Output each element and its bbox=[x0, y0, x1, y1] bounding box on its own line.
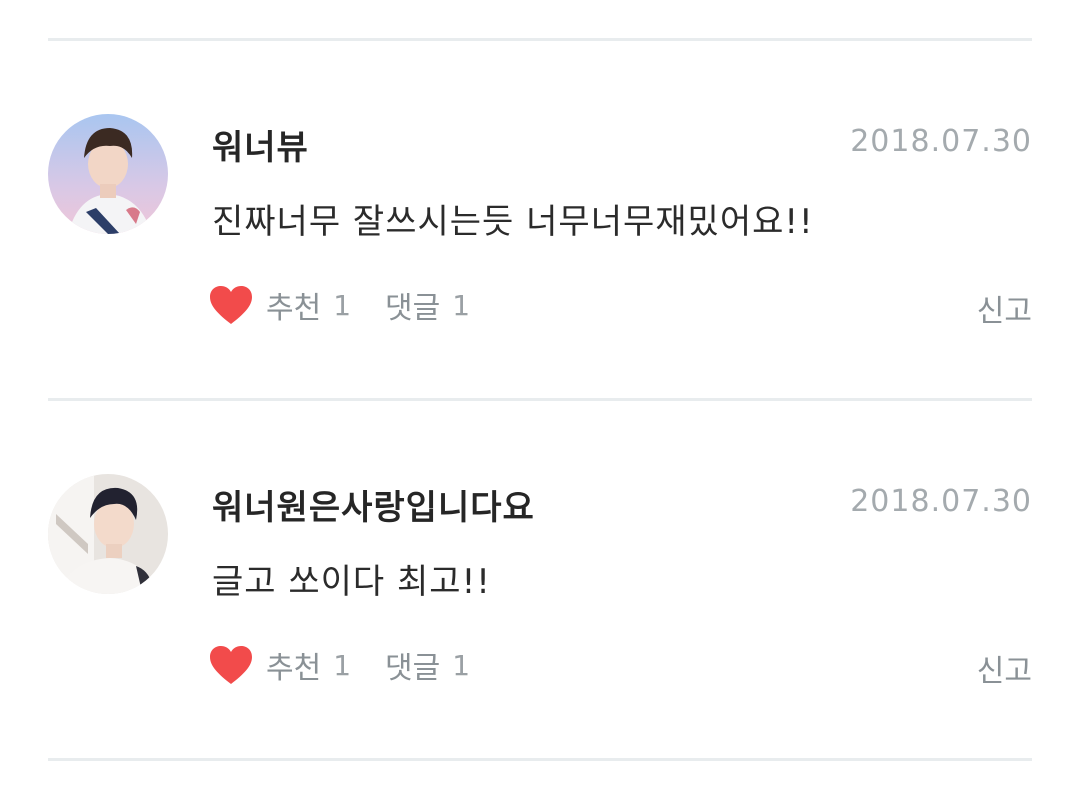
reply-button[interactable]: 댓글 1 bbox=[385, 643, 470, 687]
like-count: 1 bbox=[333, 288, 352, 322]
reply-count: 1 bbox=[452, 648, 471, 682]
divider-bottom bbox=[48, 758, 1032, 761]
comment-nickname[interactable]: 워너뷰 bbox=[212, 120, 309, 169]
reply-label: 댓글 bbox=[385, 651, 441, 686]
avatar[interactable] bbox=[48, 474, 168, 594]
comment-date: 2018.07.30 bbox=[850, 484, 1032, 519]
comment-item: 워너뷰 2018.07.30 진짜너무 잘쓰시는듯 너무너무재밌어요!! 추천 … bbox=[48, 114, 1032, 414]
avatar[interactable] bbox=[48, 114, 168, 234]
comment-item: 워너원은사랑입니다요 2018.07.30 글고 쏘이다 최고!! 추천 1 댓… bbox=[48, 474, 1032, 774]
comment-date: 2018.07.30 bbox=[850, 124, 1032, 159]
comment-nickname[interactable]: 워너원은사랑입니다요 bbox=[212, 480, 535, 529]
comment-actions: 추천 1 댓글 1 bbox=[208, 640, 470, 690]
like-button[interactable]: 추천 1 bbox=[208, 283, 351, 327]
reply-button[interactable]: 댓글 1 bbox=[385, 283, 470, 327]
comment-text: 글고 쏘이다 최고!! bbox=[212, 562, 491, 602]
comment-text: 진짜너무 잘쓰시는듯 너무너무재밌어요!! bbox=[212, 202, 814, 242]
reply-count: 1 bbox=[452, 288, 471, 322]
comment-actions: 추천 1 댓글 1 bbox=[208, 280, 470, 330]
heart-icon bbox=[210, 646, 252, 684]
reply-label: 댓글 bbox=[385, 291, 441, 326]
report-button[interactable]: 신고 bbox=[977, 646, 1032, 690]
heart-icon bbox=[210, 286, 252, 324]
like-button[interactable]: 추천 1 bbox=[208, 643, 351, 687]
like-count: 1 bbox=[333, 648, 352, 682]
like-label: 추천 bbox=[266, 651, 322, 686]
report-button[interactable]: 신고 bbox=[977, 286, 1032, 330]
divider-middle bbox=[48, 398, 1032, 401]
divider-top bbox=[48, 38, 1032, 41]
like-label: 추천 bbox=[266, 291, 322, 326]
